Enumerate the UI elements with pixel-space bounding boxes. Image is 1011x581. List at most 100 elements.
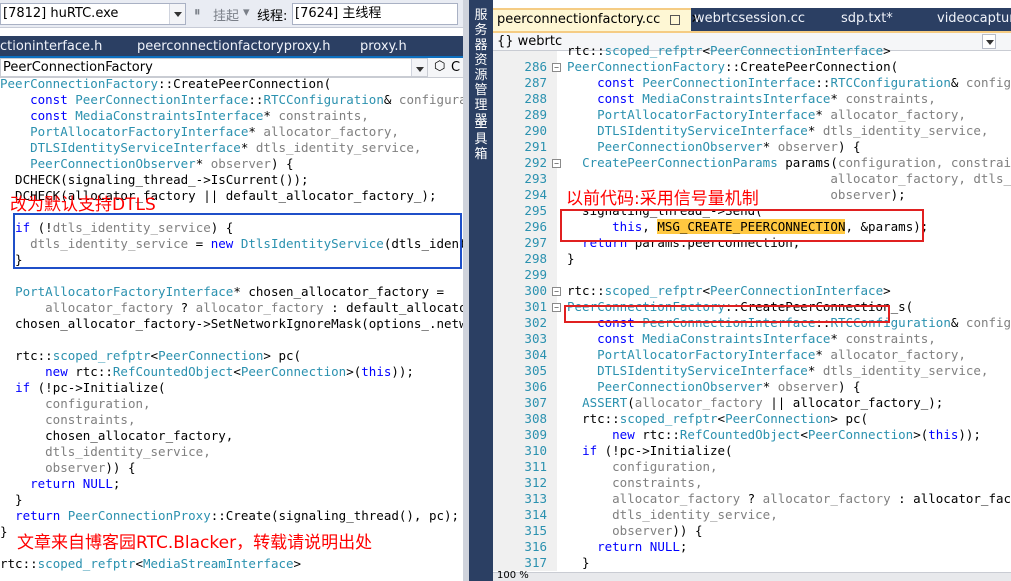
code-line: DTLSIdentityServiceInterface* dtls_ident…: [567, 123, 988, 139]
left-tab-strip: ctioninterface.h peerconnectionfactorypr…: [0, 36, 463, 58]
fold-toggle-icon[interactable]: −: [552, 287, 561, 296]
line-number: 309: [524, 427, 547, 442]
code-line: configuration,: [0, 396, 463, 412]
code-token: allocator_factory: [45, 300, 174, 315]
code-token: >(: [346, 364, 362, 379]
code-token: const: [597, 75, 635, 90]
code-line: return NULL;: [0, 476, 463, 492]
pin-icon[interactable]: [670, 14, 681, 25]
left-code-area[interactable]: PeerConnectionFactory::CreatePeerConnect…: [0, 76, 463, 572]
code-line: rtc::scoped_refptr<PeerConnection> pc(: [567, 411, 868, 427]
line-number: 310: [524, 443, 547, 458]
server-explorer-tab[interactable]: 服务器资源管理器: [472, 8, 490, 128]
code-line: CreatePeerConnectionParams params(config…: [567, 155, 1011, 171]
fold-toggle-icon[interactable]: −: [552, 159, 561, 168]
tab-videocapture[interactable]: videocapture: [937, 8, 1011, 31]
code-token: }: [0, 524, 8, 539]
code-token: *: [762, 139, 778, 154]
code-token: rtc::: [567, 411, 620, 426]
code-line: const MediaConstraintsInterface* constra…: [0, 108, 463, 124]
code-token: const: [30, 108, 68, 123]
chevron-down-icon[interactable]: [982, 34, 996, 49]
code-token: ::: [248, 92, 264, 107]
code-token: >: [883, 43, 891, 58]
source-note: 文章来自博客园RTC.Blacker，转载请说明出处: [17, 533, 373, 553]
code-token: (: [627, 395, 635, 410]
code-line: PeerConnectionFactory::CreatePeerConnect…: [0, 76, 463, 92]
line-number: 296: [524, 219, 547, 234]
code-token: DTLSIdentityServiceInterface: [597, 123, 808, 138]
code-token: rtc::: [634, 427, 680, 442]
line-number: 311: [524, 459, 547, 474]
tab-peerconnectionfactory-cc[interactable]: peerconnectionfactory.cc ✕: [493, 8, 701, 31]
code-token: <: [702, 283, 711, 298]
scope-combo[interactable]: PeerConnectionFactory: [0, 58, 428, 77]
toolbox-tab[interactable]: 工具箱: [472, 117, 490, 162]
line-number: 293: [524, 171, 547, 186]
fold-toggle-icon[interactable]: −: [552, 63, 561, 72]
code-token: &: [383, 92, 399, 107]
member-value[interactable]: C: [451, 60, 460, 75]
dtls-note: 改为默认支持DTLS: [10, 195, 156, 215]
tab-peerconnectionfactoryproxy[interactable]: peerconnectionfactoryproxy.h: [137, 38, 330, 58]
code-token: PortAllocatorFactoryInterface: [597, 347, 816, 362]
code-token: PeerConnectionFactory: [567, 59, 726, 74]
code-token: if: [15, 380, 31, 395]
namespace-scope[interactable]: {} webrtc: [497, 34, 562, 49]
code-token: RTCConfiguration: [263, 92, 384, 107]
code-line: observer)) {: [0, 460, 463, 476]
code-token: DTLSIdentityServiceInterface: [597, 363, 808, 378]
chevron-down-icon[interactable]: [411, 59, 427, 76]
tab-sdp-txt[interactable]: sdp.txt*: [841, 8, 893, 31]
code-token: <: [150, 348, 159, 363]
chevron-down-icon[interactable]: [169, 4, 185, 24]
zoom-level[interactable]: 100 %: [497, 570, 529, 581]
code-line: rtc::scoped_refptr<PeerConnectionInterfa…: [567, 283, 891, 299]
line-number: 313: [524, 491, 547, 506]
code-token: configuration,: [45, 396, 151, 411]
code-token: ::: [815, 75, 831, 90]
code-token: PeerConnectionInterface: [67, 92, 249, 107]
line-number: 289: [524, 107, 547, 122]
thread-combo[interactable]: [7624] 主线程: [292, 3, 458, 25]
suspend-label[interactable]: 挂起: [213, 5, 239, 24]
code-token: allocator_factory,: [263, 124, 399, 139]
code-token: PeerConnectionInterface: [710, 283, 884, 298]
code-token: PortAllocatorFactoryInterface: [15, 284, 234, 299]
code-token: return: [30, 476, 76, 491]
tab-webrtcsession-cc[interactable]: webrtcsession.cc: [694, 8, 805, 31]
code-token: ) {: [270, 156, 294, 171]
code-token: DTLSIdentityServiceInterface: [30, 140, 241, 155]
dropdown-arrow-icon[interactable]: ▾: [243, 5, 250, 20]
tab-ctioninterface[interactable]: ctioninterface.h: [0, 38, 102, 58]
code-token: allocator_factory,: [830, 107, 966, 122]
code-line: return NULL;: [567, 539, 687, 555]
code-token: rtc::: [0, 348, 53, 363]
code-token: rtc::: [0, 556, 38, 571]
code-line: PortAllocatorFactoryInterface* chosen_al…: [0, 284, 463, 300]
tab-proxy[interactable]: proxy.h: [360, 38, 407, 58]
code-token: scoped_refptr: [37, 556, 136, 571]
fold-toggle-icon[interactable]: −: [552, 303, 561, 312]
code-token: ?: [740, 491, 763, 506]
process-combo[interactable]: [7812] huRTC.exe: [0, 3, 186, 25]
code-token: observer: [210, 156, 271, 171]
line-number: 306: [524, 379, 547, 394]
code-token: ::CreatePeerConnection(: [725, 59, 899, 74]
code-token: const: [597, 331, 635, 346]
suspend-icon[interactable]: ⏸: [194, 5, 201, 20]
code-line: }: [567, 555, 590, 571]
code-line: }: [567, 251, 575, 267]
code-token: *: [807, 363, 823, 378]
